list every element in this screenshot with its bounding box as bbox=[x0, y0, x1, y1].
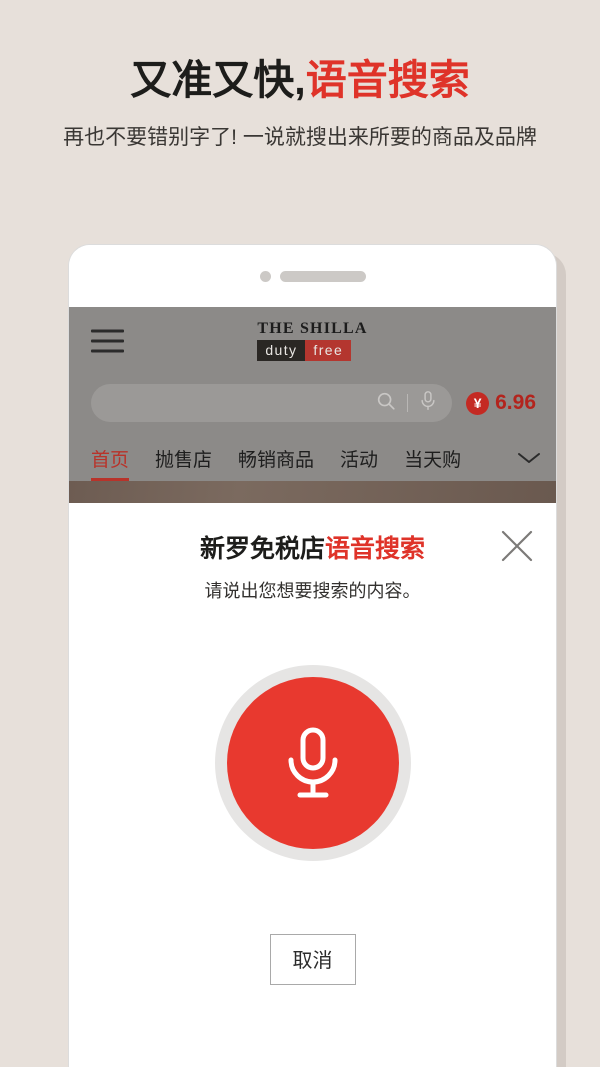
modal-footer: 取消 bbox=[69, 934, 556, 985]
search-input[interactable] bbox=[91, 384, 453, 422]
currency-rate-value: 6.96 bbox=[495, 391, 536, 414]
logo-badge-free: free bbox=[305, 340, 352, 361]
phone-mockup: THE SHILLA duty free ¥ 6.96 首页 抛售店 畅销商品 … bbox=[68, 244, 557, 1067]
microphone-icon[interactable] bbox=[418, 390, 438, 417]
modal-title-accent: 语音搜索 bbox=[325, 535, 426, 563]
tab-home[interactable]: 首页 bbox=[91, 445, 130, 481]
page-subtitle: 再也不要错别字了! 一说就搜出来所要的商品及品牌 bbox=[63, 126, 537, 150]
page-title-black: 又准又快, bbox=[130, 57, 306, 103]
promo-header: 又准又快,语音搜索 再也不要错别字了! 一说就搜出来所要的商品及品牌 bbox=[0, 0, 600, 151]
voice-record-button[interactable] bbox=[226, 677, 399, 849]
search-divider bbox=[407, 394, 409, 412]
logo-badge: duty free bbox=[257, 340, 367, 361]
tab-clearance[interactable]: 抛售店 bbox=[155, 445, 212, 481]
cancel-button[interactable]: 取消 bbox=[269, 934, 356, 985]
currency-rate[interactable]: ¥ 6.96 bbox=[466, 391, 536, 415]
chevron-down-icon[interactable] bbox=[516, 450, 542, 481]
page-title: 又准又快,语音搜索 bbox=[0, 57, 600, 103]
mic-button-halo bbox=[214, 665, 411, 861]
page-title-accent: 语音搜索 bbox=[305, 57, 470, 103]
logo-wordmark: THE SHILLA bbox=[257, 320, 368, 337]
modal-subtitle: 请说出您想要搜索的内容。 bbox=[204, 581, 421, 601]
tab-today-deals[interactable]: 当天购 bbox=[404, 445, 461, 481]
speaker-grille-icon bbox=[279, 270, 366, 282]
camera-dot-icon bbox=[259, 270, 271, 282]
modal-title-black: 新罗免税店 bbox=[199, 535, 325, 563]
hamburger-menu-icon[interactable] bbox=[91, 329, 124, 353]
modal-title: 新罗免税店语音搜索 bbox=[125, 529, 500, 565]
voice-search-modal: 新罗免税店语音搜索 请说出您想要搜索的内容。 取消 bbox=[69, 503, 556, 1067]
modal-header: 新罗免税店语音搜索 请说出您想要搜索的内容。 bbox=[69, 529, 556, 603]
close-icon[interactable] bbox=[496, 525, 538, 567]
phone-top-bezel bbox=[69, 245, 556, 307]
tab-events[interactable]: 活动 bbox=[340, 445, 378, 481]
yen-symbol-icon: ¥ bbox=[466, 391, 490, 415]
search-icon[interactable] bbox=[375, 390, 397, 417]
shilla-logo[interactable]: THE SHILLA duty free bbox=[257, 321, 367, 361]
app-screen: THE SHILLA duty free ¥ 6.96 首页 抛售店 畅销商品 … bbox=[69, 307, 556, 1067]
logo-badge-duty: duty bbox=[257, 340, 306, 361]
tab-bar: 首页 抛售店 畅销商品 活动 当天购 bbox=[69, 431, 556, 481]
app-bar: THE SHILLA duty free bbox=[69, 307, 556, 375]
banner-strip bbox=[69, 481, 556, 503]
tab-bestsellers[interactable]: 畅销商品 bbox=[238, 445, 314, 481]
search-row: ¥ 6.96 bbox=[69, 375, 556, 431]
app-chrome-dimmed: THE SHILLA duty free ¥ 6.96 首页 抛售店 畅销商品 … bbox=[69, 307, 556, 503]
